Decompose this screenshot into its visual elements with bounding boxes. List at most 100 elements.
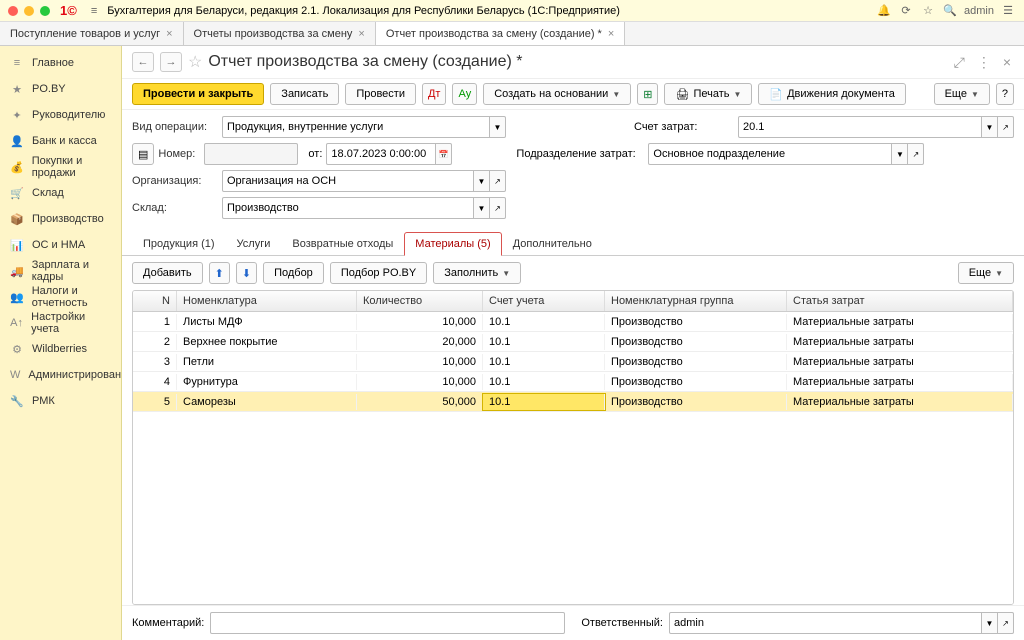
close-tab-icon[interactable]: × (166, 28, 172, 40)
more-icon[interactable]: ⋮ (974, 54, 994, 71)
date-input[interactable]: 18.07.2023 0:00:00 (326, 143, 436, 165)
star-icon[interactable]: ☆ (920, 4, 936, 17)
sidebar: ≡Главное★PO.BY✦Руководителю👤Банк и касса… (0, 46, 122, 640)
cost-acc-input[interactable]: 20.1 (738, 116, 982, 138)
dropdown-icon[interactable]: ▼ (892, 143, 908, 165)
mac-min-icon[interactable] (24, 6, 34, 16)
dropdown-icon[interactable]: ▼ (474, 170, 490, 192)
doc-icon[interactable]: ▤ (132, 143, 154, 165)
dept-input[interactable]: Основное подразделение (648, 143, 892, 165)
hamburger-icon[interactable]: ≡ (91, 5, 97, 17)
col-grp[interactable]: Номенклатурная группа (605, 291, 787, 311)
move-up-button[interactable]: ⬆ (209, 262, 230, 284)
sidebar-item[interactable]: A↑Настройки учета (0, 310, 121, 336)
dropdown-icon[interactable]: ▼ (490, 116, 506, 138)
document-tab[interactable]: Отчет производства за смену (создание) *… (376, 22, 625, 45)
col-nom[interactable]: Номенклатура (177, 291, 357, 311)
sidebar-item[interactable]: 🔧РМК (0, 388, 121, 414)
close-tab-icon[interactable]: × (358, 28, 364, 40)
close-icon[interactable]: × (1000, 54, 1014, 70)
dropdown-icon[interactable]: ▼ (982, 612, 998, 634)
create-based-button[interactable]: Создать на основании▼ (483, 83, 631, 105)
print-button[interactable]: 🖨 Печать▼ (664, 83, 752, 105)
open-icon[interactable]: ↗ (998, 612, 1014, 634)
table-row[interactable]: 3Петли10,00010.1ПроизводствоМатериальные… (133, 352, 1013, 372)
grid-toolbar: Добавить ⬆ ⬇ Подбор Подбор PO.BY Заполни… (122, 256, 1024, 290)
sidebar-icon: 🛒 (10, 187, 24, 200)
subtab[interactable]: Дополнительно (502, 232, 603, 255)
table-row[interactable]: 5Саморезы50,00010.1ПроизводствоМатериаль… (133, 392, 1013, 412)
pick-poby-button[interactable]: Подбор PO.BY (330, 262, 427, 284)
pick-button[interactable]: Подбор (263, 262, 324, 284)
write-button[interactable]: Записать (270, 83, 339, 105)
dropdown-icon[interactable]: ▼ (474, 197, 490, 219)
sidebar-item[interactable]: 🛒Склад (0, 180, 121, 206)
add-button[interactable]: Добавить (132, 262, 203, 284)
comment-input[interactable] (210, 612, 565, 634)
link-icon[interactable]: ⤢ (951, 54, 968, 71)
sidebar-icon: ≡ (10, 57, 24, 69)
sidebar-item[interactable]: 👥Налоги и отчетность (0, 284, 121, 310)
col-acc[interactable]: Счет учета (483, 291, 605, 311)
favorite-icon[interactable]: ☆ (188, 52, 202, 72)
post-button[interactable]: Провести (345, 83, 416, 105)
resp-input[interactable]: admin (669, 612, 982, 634)
col-cost[interactable]: Статья затрат (787, 291, 1013, 311)
table-row[interactable]: 4Фурнитура10,00010.1ПроизводствоМатериал… (133, 372, 1013, 392)
sidebar-item[interactable]: 🚚Зарплата и кадры (0, 258, 121, 284)
col-n[interactable]: N (133, 291, 177, 311)
excel-icon[interactable]: ⊞ (637, 83, 658, 105)
document-tab[interactable]: Поступление товаров и услуг× (0, 22, 184, 45)
help-button[interactable]: ? (996, 83, 1014, 105)
forward-button[interactable]: → (160, 52, 182, 72)
subtab[interactable]: Материалы (5) (404, 232, 501, 256)
mac-max-icon[interactable] (40, 6, 50, 16)
open-icon[interactable]: ↗ (998, 116, 1014, 138)
sidebar-item[interactable]: ⚙Wildberries (0, 336, 121, 362)
movements-button[interactable]: 📄 Движения документа (758, 83, 906, 105)
more-button[interactable]: Еще▼ (934, 83, 990, 105)
sidebar-item[interactable]: 👤Банк и касса (0, 128, 121, 154)
dropdown-icon[interactable]: ▼ (982, 116, 998, 138)
bell-icon[interactable]: 🔔 (876, 4, 892, 17)
sidebar-item[interactable]: 📦Производство (0, 206, 121, 232)
open-icon[interactable]: ↗ (908, 143, 924, 165)
subtab[interactable]: Услуги (226, 232, 282, 255)
sidebar-icon: W (10, 369, 20, 381)
ay-ky-icon[interactable]: Ау (452, 83, 477, 105)
back-button[interactable]: ← (132, 52, 154, 72)
dept-label: Подразделение затрат: (516, 148, 644, 160)
calendar-icon[interactable]: 📅 (436, 143, 452, 165)
table-row[interactable]: 1Листы МДФ10,00010.1ПроизводствоМатериал… (133, 312, 1013, 332)
fill-button[interactable]: Заполнить▼ (433, 262, 521, 284)
grid-body[interactable]: 1Листы МДФ10,00010.1ПроизводствоМатериал… (133, 312, 1013, 604)
sidebar-item[interactable]: ≡Главное (0, 50, 121, 76)
document-tab[interactable]: Отчеты производства за смену× (184, 22, 376, 45)
sidebar-item[interactable]: 💰Покупки и продажи (0, 154, 121, 180)
sidebar-item[interactable]: 📊ОС и НМА (0, 232, 121, 258)
wh-input[interactable]: Производство (222, 197, 474, 219)
number-input[interactable] (204, 143, 298, 165)
sidebar-item[interactable]: WАдминистрирование (0, 362, 121, 388)
history-icon[interactable]: ⟳ (898, 4, 914, 17)
move-down-button[interactable]: ⬇ (236, 262, 257, 284)
menu-icon[interactable]: ☰ (1000, 4, 1016, 17)
sidebar-item[interactable]: ★PO.BY (0, 76, 121, 102)
logo-1c: 1© (60, 3, 77, 18)
mac-close-icon[interactable] (8, 6, 18, 16)
subtab[interactable]: Возвратные отходы (281, 232, 404, 255)
sidebar-item[interactable]: ✦Руководителю (0, 102, 121, 128)
table-row[interactable]: 2Верхнее покрытие20,00010.1ПроизводствоМ… (133, 332, 1013, 352)
grid-more-button[interactable]: Еще▼ (958, 262, 1014, 284)
open-icon[interactable]: ↗ (490, 197, 506, 219)
search-icon[interactable]: 🔍 (942, 4, 958, 17)
org-input[interactable]: Организация на ОСН (222, 170, 474, 192)
col-qty[interactable]: Количество (357, 291, 483, 311)
close-tab-icon[interactable]: × (608, 28, 614, 40)
op-input[interactable]: Продукция, внутренние услуги (222, 116, 490, 138)
dt-kt-icon[interactable]: Дт (422, 83, 447, 105)
user-label[interactable]: admin (964, 5, 994, 17)
post-and-close-button[interactable]: Провести и закрыть (132, 83, 264, 105)
open-icon[interactable]: ↗ (490, 170, 506, 192)
subtab[interactable]: Продукция (1) (132, 232, 226, 255)
